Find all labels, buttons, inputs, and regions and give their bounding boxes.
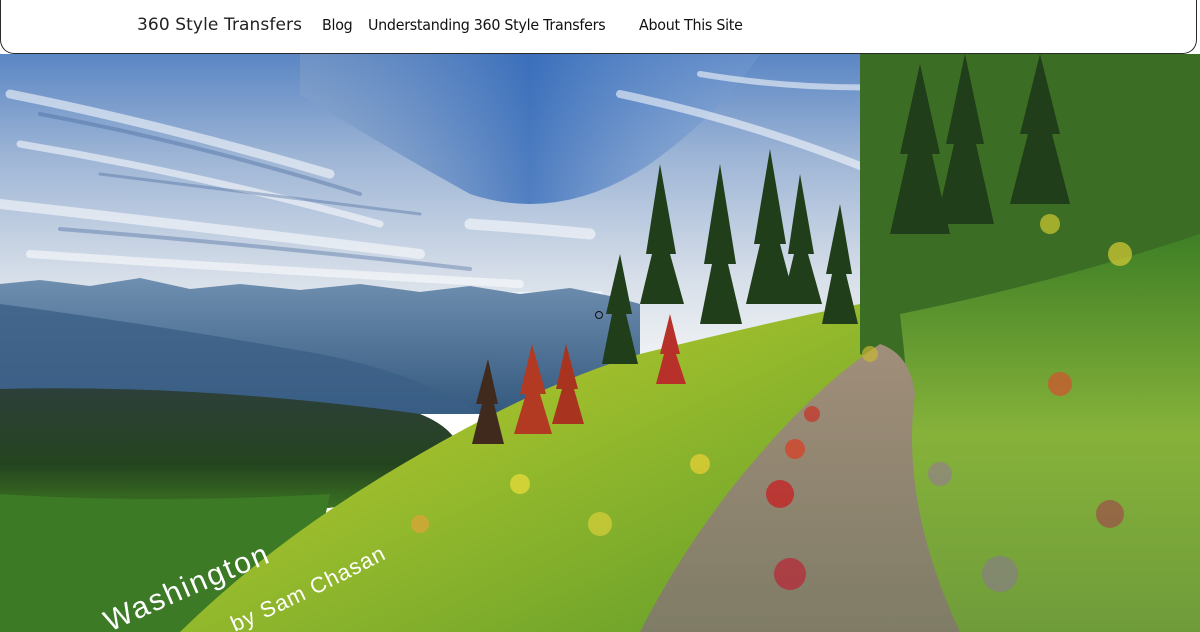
nav-link-about-this-site[interactable]: About This Site [639,16,743,34]
nav-menu: 360 Style Transfers Blog Understanding 3… [137,15,765,35]
panorama-image[interactable] [0,54,1200,632]
page: 360 Style Transfers Blog Understanding 3… [0,0,1200,632]
nav-link-understanding-360-style-transfers[interactable]: Understanding 360 Style Transfers [368,16,606,34]
top-navigation-bar: 360 Style Transfers Blog Understanding 3… [0,0,1197,54]
site-title-link[interactable]: 360 Style Transfers [137,15,302,35]
mouse-cursor-indicator [595,311,603,319]
nav-link-blog[interactable]: Blog [322,16,353,34]
panorama-viewer[interactable] [0,54,1200,632]
